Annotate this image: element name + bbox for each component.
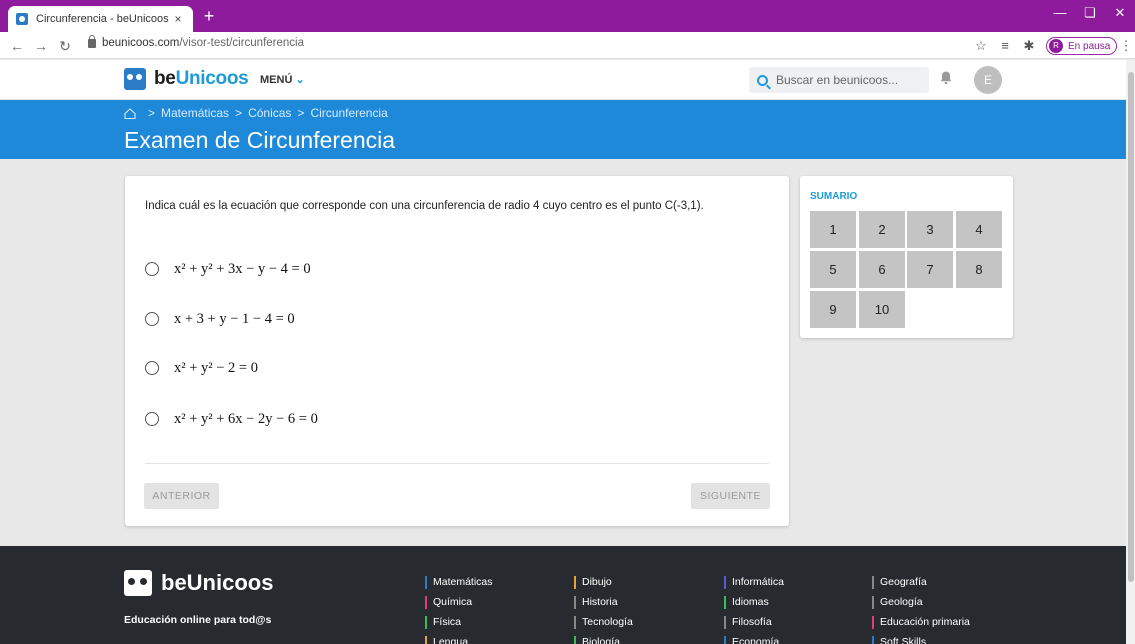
page-banner: > Matemáticas > Cónicas > Circunferencia… bbox=[0, 100, 1135, 159]
footer-link[interactable]: Lengua bbox=[425, 636, 468, 644]
breadcrumb-item[interactable]: Circunferencia bbox=[310, 106, 387, 120]
url-domain: beunicoos.com bbox=[102, 37, 180, 49]
extensions-puzzle-icon[interactable]: ✱ bbox=[1021, 38, 1037, 54]
site-logo[interactable]: beUnicoos bbox=[124, 68, 249, 90]
site-footer: beUnicoos Educación online para tod@s Ma… bbox=[0, 546, 1135, 644]
browser-tab[interactable]: Circunferencia - beUnicoos × bbox=[8, 6, 193, 32]
url-field[interactable]: beunicoos.com/visor-test/circunferencia bbox=[88, 34, 304, 49]
summary-panel: SUMARIO 1 2 3 4 5 6 7 8 9 10 bbox=[800, 176, 1013, 338]
answer-option[interactable]: x + 3 + y − 1 − 4 = 0 bbox=[145, 308, 295, 330]
footer-link[interactable]: Filosofía bbox=[724, 616, 772, 629]
profile-avatar: R bbox=[1049, 39, 1063, 53]
address-bar: ← → ↻ beunicoos.com/visor-test/circunfer… bbox=[0, 32, 1135, 59]
tab-title: Circunferencia - beUnicoos bbox=[36, 13, 169, 25]
main-menu-button[interactable]: MENÚ ⌄ bbox=[260, 73, 305, 86]
answer-option[interactable]: x² + y² − 2 = 0 bbox=[145, 357, 258, 379]
back-arrow-icon[interactable]: ← bbox=[8, 37, 26, 55]
footer-link[interactable]: Química bbox=[425, 596, 472, 609]
breadcrumb-separator: > bbox=[148, 106, 156, 120]
footer-link[interactable]: Tecnología bbox=[574, 616, 633, 629]
footer-link[interactable]: Informática bbox=[724, 576, 784, 589]
breadcrumb: > Matemáticas > Cónicas > Circunferencia bbox=[124, 106, 388, 120]
footer-link[interactable]: Idiomas bbox=[724, 596, 769, 609]
answer-option[interactable]: x² + y² + 3x − y − 4 = 0 bbox=[145, 258, 311, 280]
footer-link[interactable]: Economía bbox=[724, 636, 779, 644]
breadcrumb-item[interactable]: Cónicas bbox=[248, 106, 291, 120]
logo-text: beUnicoos bbox=[154, 68, 249, 89]
menu-label: MENÚ bbox=[260, 74, 293, 86]
bookmark-star-icon[interactable]: ☆ bbox=[973, 38, 989, 54]
radio-button[interactable] bbox=[145, 262, 159, 276]
logo-mark-icon bbox=[124, 68, 146, 90]
new-tab-button[interactable]: + bbox=[200, 7, 218, 25]
home-icon[interactable] bbox=[124, 107, 136, 119]
scrollbar-thumb[interactable] bbox=[1128, 72, 1134, 582]
question-nav-cell[interactable]: 6 bbox=[859, 251, 905, 288]
question-nav-cell[interactable]: 7 bbox=[907, 251, 953, 288]
exam-card: Indica cuál es la ecuación que correspon… bbox=[125, 176, 789, 526]
footer-link[interactable]: Educación primaria bbox=[872, 616, 970, 629]
footer-link[interactable]: Dibujo bbox=[574, 576, 612, 589]
breadcrumb-item[interactable]: Matemáticas bbox=[161, 106, 229, 120]
option-equation: x² + y² − 2 = 0 bbox=[174, 359, 258, 376]
browser-tabstrip: Circunferencia - beUnicoos × + — ❏ ✕ bbox=[0, 0, 1135, 32]
question-nav-cell[interactable]: 1 bbox=[810, 211, 856, 248]
forward-arrow-icon[interactable]: → bbox=[32, 37, 50, 55]
search-box[interactable]: Buscar en beunicoos... bbox=[749, 67, 929, 93]
footer-logo[interactable]: beUnicoos bbox=[124, 570, 273, 596]
question-nav-cell[interactable]: 5 bbox=[810, 251, 856, 288]
window-close-icon[interactable]: ✕ bbox=[1105, 0, 1135, 32]
footer-link[interactable]: Geografía bbox=[872, 576, 927, 589]
breadcrumb-separator: > bbox=[235, 106, 243, 120]
reload-icon[interactable]: ↻ bbox=[56, 37, 74, 55]
radio-button[interactable] bbox=[145, 412, 159, 426]
next-button[interactable]: SIGUIENTE bbox=[691, 483, 770, 509]
option-equation: x² + y² + 3x − y − 4 = 0 bbox=[174, 260, 311, 277]
lock-icon bbox=[88, 34, 96, 48]
footer-link[interactable]: Física bbox=[425, 616, 461, 629]
search-input[interactable]: Buscar en beunicoos... bbox=[776, 73, 898, 87]
page-title: Examen de Circunferencia bbox=[124, 127, 396, 153]
question-nav-cell[interactable]: 4 bbox=[956, 211, 1002, 248]
summary-title: SUMARIO bbox=[810, 191, 858, 202]
footer-brand: beUnicoos bbox=[161, 570, 274, 595]
breadcrumb-separator: > bbox=[297, 106, 305, 120]
url-path: /visor-test/circunferencia bbox=[179, 37, 304, 49]
minimize-icon[interactable]: — bbox=[1045, 0, 1075, 32]
previous-button[interactable]: ANTERIOR bbox=[144, 483, 219, 509]
option-equation: x² + y² + 6x − 2y − 6 = 0 bbox=[174, 410, 318, 427]
question-nav-cell[interactable]: 2 bbox=[859, 211, 905, 248]
tab-close-icon[interactable]: × bbox=[171, 12, 185, 26]
user-avatar[interactable]: E bbox=[974, 66, 1002, 94]
browser-menu-icon[interactable]: ⋮ bbox=[1118, 38, 1134, 54]
footer-tagline: Educación online para tod@s bbox=[124, 614, 272, 626]
logo-mark-icon bbox=[124, 570, 152, 596]
question-nav-cell[interactable]: 10 bbox=[859, 291, 905, 328]
extension-stack-icon[interactable]: ≡ bbox=[997, 38, 1013, 54]
site-header: beUnicoos MENÚ ⌄ Buscar en beunicoos... … bbox=[0, 60, 1135, 100]
option-equation: x + 3 + y − 1 − 4 = 0 bbox=[174, 310, 295, 327]
search-icon bbox=[757, 74, 768, 86]
maximize-icon[interactable]: ❏ bbox=[1075, 0, 1105, 32]
radio-button[interactable] bbox=[145, 312, 159, 326]
footer-link[interactable]: Soft Skills bbox=[872, 636, 926, 644]
question-nav-cell[interactable]: 9 bbox=[810, 291, 856, 328]
profile-button[interactable]: R En pausa bbox=[1046, 37, 1118, 55]
footer-link[interactable]: Biología bbox=[574, 636, 620, 644]
answer-option[interactable]: x² + y² + 6x − 2y − 6 = 0 bbox=[145, 408, 318, 430]
footer-link[interactable]: Geología bbox=[872, 596, 923, 609]
footer-link[interactable]: Matemáticas bbox=[425, 576, 493, 589]
notifications-bell-icon[interactable] bbox=[940, 71, 952, 85]
card-divider bbox=[145, 463, 769, 464]
profile-status: En pausa bbox=[1068, 40, 1111, 52]
radio-button[interactable] bbox=[145, 361, 159, 375]
question-text: Indica cuál es la ecuación que correspon… bbox=[145, 200, 704, 212]
footer-link[interactable]: Historia bbox=[574, 596, 618, 609]
question-nav-cell[interactable]: 8 bbox=[956, 251, 1002, 288]
chevron-down-icon: ⌄ bbox=[295, 74, 305, 86]
site-favicon-icon bbox=[16, 13, 28, 25]
question-nav-cell[interactable]: 3 bbox=[907, 211, 953, 248]
